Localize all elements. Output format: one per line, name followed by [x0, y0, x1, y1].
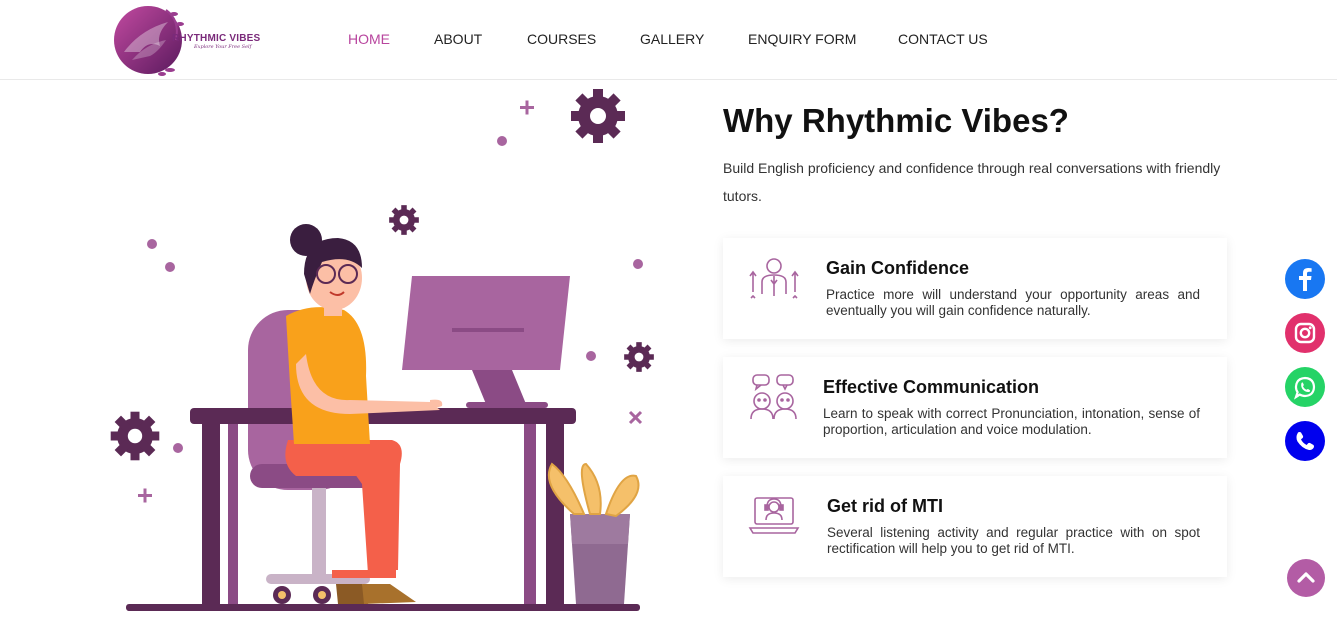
phone-button[interactable] — [1285, 421, 1325, 461]
feature-title: Gain Confidence — [826, 258, 970, 278]
facebook-button[interactable] — [1285, 259, 1325, 299]
brand-tagline: Explore Your Free Self — [194, 44, 252, 50]
feature-description: Several listening activity and regular p… — [827, 525, 1200, 556]
section-title: Why Rhythmic Vibes? — [723, 102, 1069, 139]
phone-icon — [1285, 421, 1325, 461]
feature-card: Gain Confidence Practice more will under… — [723, 238, 1227, 339]
confidence-person-icon — [747, 252, 801, 306]
feature-card: Get rid of MTI Several listening activit… — [723, 476, 1227, 577]
feature-title: Effective Communication — [823, 377, 1040, 397]
nav-enquiry-form[interactable]: ENQUIRY FORM — [748, 31, 856, 47]
woman-at-desk-illustration — [110, 89, 654, 611]
laptop-headset-icon — [747, 490, 801, 544]
section-subtitle: Build English proficiency and confidence… — [723, 160, 1221, 204]
facebook-icon — [1285, 259, 1325, 299]
whatsapp-button[interactable] — [1285, 367, 1325, 407]
nav-contact-us[interactable]: CONTACT US — [898, 31, 988, 47]
communication-chat-icon — [747, 371, 801, 425]
feature-card: Effective Communication Learn to speak w… — [723, 357, 1227, 458]
nav-home[interactable]: HOME — [348, 31, 390, 47]
chevron-up-icon — [1297, 572, 1315, 583]
site-header: RHYTHMIC VIBES Explore Your Free Self HO… — [0, 0, 1337, 80]
nav-courses[interactable]: COURSES — [527, 31, 596, 47]
feature-title: Get rid of MTI — [827, 496, 943, 516]
feature-description: Learn to speak with correct Pronunciatio… — [823, 406, 1200, 437]
instagram-icon — [1285, 313, 1325, 353]
nav-about[interactable]: ABOUT — [434, 31, 482, 47]
feature-description: Practice more will understand your oppor… — [826, 287, 1200, 318]
scroll-to-top-button[interactable] — [1287, 559, 1325, 597]
whatsapp-icon — [1285, 367, 1325, 407]
hero-illustration — [100, 84, 680, 624]
nav-gallery[interactable]: GALLERY — [640, 31, 704, 47]
instagram-button[interactable] — [1285, 313, 1325, 353]
brand-name: RHYTHMIC VIBES — [172, 33, 261, 44]
